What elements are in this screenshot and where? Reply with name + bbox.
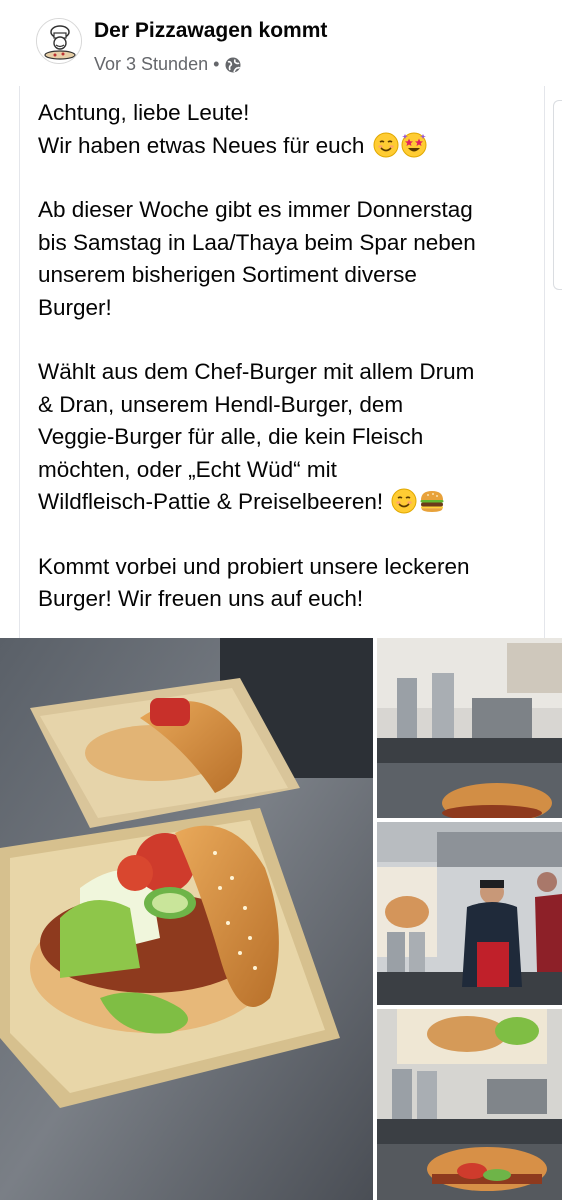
post-time[interactable]: Vor 3 Stunden <box>94 54 208 75</box>
post-header: Der Pizzawagen kommt Vor 3 Stunden • <box>0 0 562 92</box>
page-name[interactable]: Der Pizzawagen kommt <box>94 19 327 43</box>
post-line: Burger! <box>38 294 112 320</box>
page-avatar[interactable] <box>36 18 82 64</box>
post-meta: Vor 3 Stunden • <box>94 54 242 75</box>
post-line: Kommt vorbei und probiert unsere leckere… <box>38 553 470 579</box>
post-line: Wir haben etwas Neues für euch <box>38 130 538 163</box>
burger-photo[interactable] <box>0 638 373 1200</box>
post-line: Wildfleisch-Pattie & Preiselbeeren! <box>38 486 538 519</box>
kitchen-burger-photo[interactable] <box>377 638 562 818</box>
post-line: Burger! Wir freuen uns auf euch! <box>38 586 364 611</box>
post-line: Wählt aus dem Chef-Burger mit allem Drum <box>38 359 475 384</box>
post-line: möchten, oder „Echt Wüd“ mit <box>38 456 337 482</box>
post-line: Achtung, liebe Leute! <box>38 100 250 125</box>
meta-separator: • <box>213 54 220 74</box>
scrollbar[interactable] <box>553 100 562 290</box>
post-message: Achtung, liebe Leute! Wir haben etwas Ne… <box>38 97 538 616</box>
post-line-text: Wildfleisch-Pattie & Preiselbeeren! <box>38 489 384 514</box>
post-line: unserem bisherigen Sortiment diverse <box>38 262 417 287</box>
globe-icon[interactable] <box>224 56 242 74</box>
star-struck-emoji-icon <box>401 132 427 157</box>
pizza-chef-logo-icon <box>37 19 81 63</box>
post-line-text: Wir haben etwas Neues für euch <box>38 132 365 158</box>
chef-kitchen-photo[interactable] <box>377 822 562 1005</box>
hamburger-emoji-icon <box>420 491 444 512</box>
smiling-face-emoji-icon <box>373 132 399 157</box>
post-line: Ab dieser Woche gibt es immer Donnerstag <box>38 197 473 222</box>
smiling-face-emoji-icon <box>391 488 417 514</box>
photo-grid <box>0 638 562 1200</box>
post-line: & Dran, unserem Hendl-Burger, dem <box>38 391 404 417</box>
kitchen-counter-photo[interactable] <box>377 1009 562 1200</box>
post-line: Veggie-Burger für alle, die kein Fleisch <box>38 424 424 449</box>
post-line: bis Samstag in Laa/Thaya beim Spar neben <box>38 229 476 255</box>
